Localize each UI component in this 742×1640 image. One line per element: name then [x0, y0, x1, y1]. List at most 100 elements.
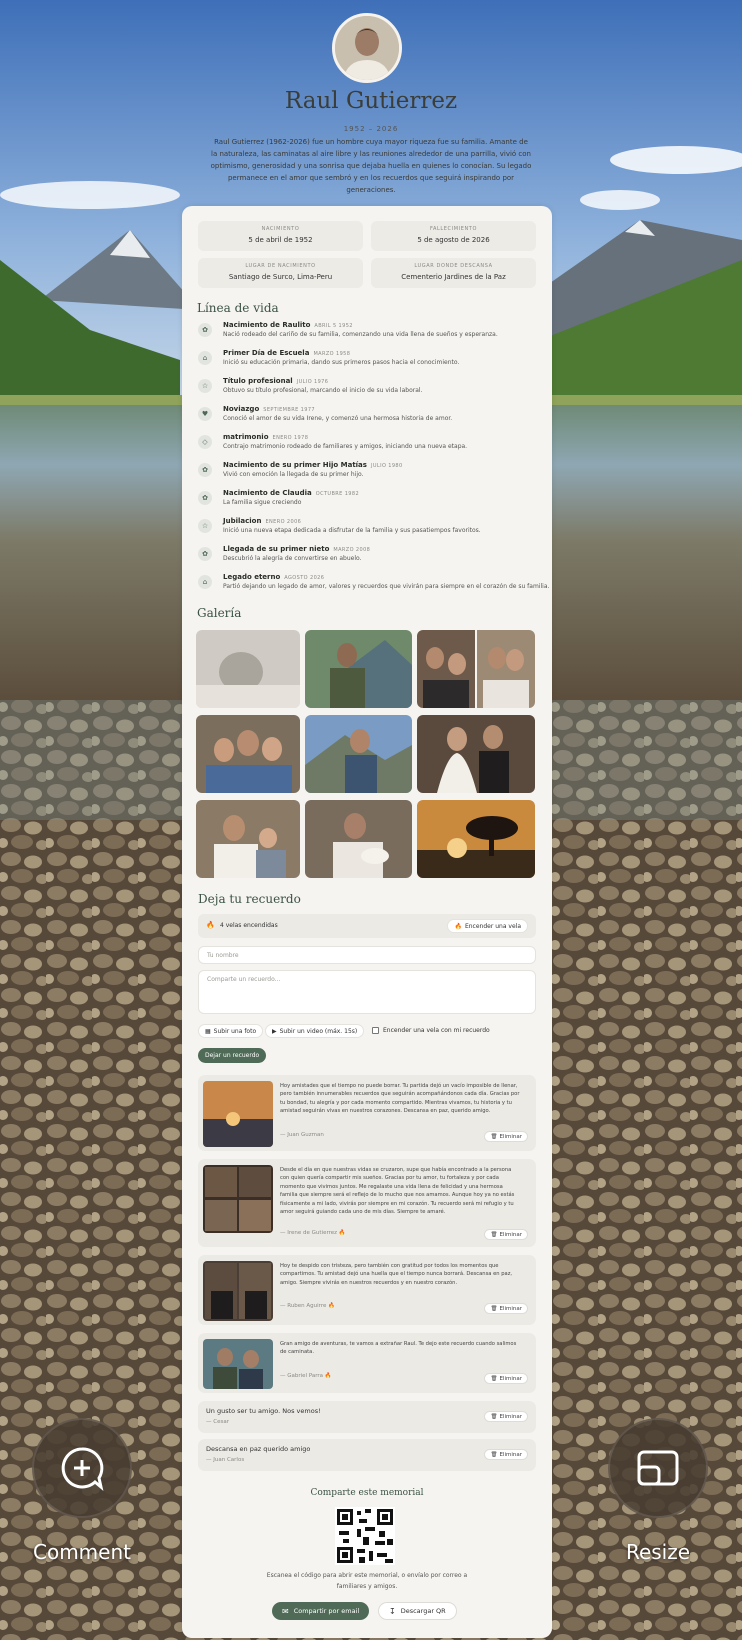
delete-button[interactable]: 🗑 Eliminar [484, 1449, 528, 1460]
timeline-item-date: MARZO 2008 [333, 547, 371, 553]
memories-title: Deja tu recuerdo [198, 892, 301, 906]
timeline-item-desc: Inició su educación primaria, dando sus … [223, 359, 460, 366]
memory-entry: Descansa en paz querido amigo — Juan Car… [198, 1439, 536, 1471]
share-title: Comparte este memorial [310, 1488, 424, 1498]
memory-entry: Desde el día en que nuestras vidas se cr… [198, 1159, 536, 1247]
share-email-button[interactable]: ✉ Compartir por email [272, 1602, 370, 1620]
timeline-item-title: Noviazgo SEPTIEMBRE 1977 [223, 405, 315, 413]
timeline-item-date: JULIO 1976 [296, 379, 329, 385]
timeline-item-desc: Contrajo matrimonio rodeado de familiare… [223, 443, 468, 450]
timeline-item-date: SEPTIEMBRE 1977 [263, 407, 315, 413]
delete-button[interactable]: 🗑 Eliminar [484, 1411, 528, 1422]
upload-photo-button[interactable]: ▦ Subir una foto [198, 1024, 264, 1038]
hearts-icon: ♥ [198, 407, 212, 421]
gallery-photo-mountain[interactable] [305, 715, 412, 793]
delete-button[interactable]: 🗑 Eliminar [484, 1373, 528, 1384]
timeline-item: ✿ Nacimiento de su primer Hijo Matías JULI… [198, 461, 538, 487]
delete-button[interactable]: 🗑 Eliminar [484, 1303, 528, 1314]
memory-text: Descansa en paz querido amigo [206, 1445, 311, 1453]
qr-code [335, 1507, 395, 1565]
timeline-item: ✿ Nacimiento de Raulito ABRIL 5 1952 Nació … [198, 321, 538, 347]
trash-icon: 🗑 [490, 1133, 498, 1140]
light-candle-button[interactable]: 🔥 Encender una vela [447, 919, 528, 933]
info-birthplace: LUGAR DE NACIMIENTO Santiago de Surco, L… [198, 258, 363, 288]
timeline-item-desc: La familia sigue creciendo [223, 499, 302, 506]
timeline-item: ✿ Nacimiento de Claudia OCTUBRE 1982 La fam… [198, 489, 538, 515]
timeline-item: ☆ Título profesional JULIO 1976 Obtuvo su t… [198, 377, 538, 403]
timeline-item-desc: Partió dejando un legado de amor, valore… [223, 583, 550, 590]
person-years: 1952 – 2026 [343, 125, 399, 133]
delete-button[interactable]: 🗑 Eliminar [484, 1229, 528, 1240]
gallery-photo-wedding[interactable] [417, 715, 535, 793]
timeline-item-desc: Conoció el amor de su vida Irene, y come… [223, 415, 453, 422]
gallery-photo-baby[interactable] [196, 630, 300, 708]
timeline-item-desc: Vivió con emoción la llegada de su prime… [223, 471, 364, 478]
memory-author: — Juan Carlos [206, 1457, 245, 1463]
memory-photo[interactable] [203, 1081, 273, 1147]
image-icon: ▦ [205, 1027, 211, 1035]
trash-icon: 🗑 [490, 1413, 498, 1420]
memory-text: Gran amigo de aventuras, te vamos a extr… [280, 1341, 517, 1356]
timeline-item-date: ENERO 2006 [265, 519, 302, 525]
memory-entry: Hoy amistades que el tiempo no puede bor… [198, 1075, 536, 1151]
resize-icon [637, 1450, 679, 1486]
trash-icon: 🗑 [490, 1305, 498, 1312]
memory-text: Un gusto ser tu amigo. Nos vemos! [206, 1407, 321, 1415]
flame-icon: 🔥 [206, 921, 215, 929]
timeline-item: ⌂ Primer Día de Escuela MARZO 1958 Inició s… [198, 349, 538, 375]
memory-photo[interactable] [203, 1339, 273, 1389]
delete-button[interactable]: 🗑 Eliminar [484, 1131, 528, 1142]
memory-photo[interactable] [203, 1165, 273, 1233]
candle-bar: 🔥 4 velas encendidas 🔥 Encender una vela [198, 914, 536, 938]
flame-icon: 🔥 [324, 1373, 332, 1379]
timeline-item-desc: Descubrió la alegría de convertirse en a… [223, 555, 362, 562]
video-icon: ▶ [272, 1027, 277, 1035]
gallery-photo-father-child[interactable] [196, 800, 300, 878]
memory-author: — Gabriel Parra 🔥 [280, 1373, 332, 1379]
memory-author: — Ruben Aguirre 🔥 [280, 1303, 335, 1309]
memory-entry: Un gusto ser tu amigo. Nos vemos! — Cesa… [198, 1401, 536, 1433]
timeline-item-desc: Obtuvo su título profesional, marcando e… [223, 387, 423, 394]
gallery-title: Galería [197, 606, 242, 620]
baby-icon: ✿ [198, 547, 212, 561]
timeline-item-title: Título profesional JULIO 1976 [223, 377, 329, 385]
gallery-photo-family[interactable] [196, 715, 300, 793]
person-name: Raul Gutierrez [284, 88, 458, 114]
download-icon: ↧ [389, 1606, 396, 1616]
timeline-item-title: Primer Día de Escuela MARZO 1958 [223, 349, 351, 357]
resize-button[interactable] [608, 1418, 708, 1518]
gallery-photo-sunset-tree[interactable] [417, 800, 535, 878]
flame-icon: 🔥 [338, 1230, 346, 1236]
submit-memory-button[interactable]: Dejar un recuerdo [198, 1048, 267, 1063]
timeline-item: ⌂ Legado eterno AGOSTO 2026 Partió dejando … [198, 573, 549, 599]
memory-author: — Irene de Gutierrez 🔥 [280, 1230, 346, 1236]
resize-label: Resize [625, 1540, 691, 1564]
upload-video-button[interactable]: ▶ Subir un video (máx. 15s) [265, 1024, 365, 1038]
memory-author: — Juan Guzman [280, 1132, 324, 1138]
comment-label: Comment [33, 1540, 131, 1564]
timeline-item-title: Nacimiento de Raulito ABRIL 5 1952 [223, 321, 353, 329]
gallery-photo-couples[interactable] [417, 630, 535, 708]
memory-entry: Hoy te despido con tristeza, pero tambié… [198, 1255, 536, 1325]
timeline-item-desc: Inició una nueva etapa dedicada a disfru… [223, 527, 481, 534]
timeline-title: Línea de vida [197, 301, 279, 315]
timeline-item-title: Llegada de su primer nieto MARZO 2008 [223, 545, 371, 553]
timeline-item-date: OCTUBRE 1982 [315, 491, 360, 497]
timeline-item: ✿ Llegada de su primer nieto MARZO 2008 Des… [198, 545, 538, 571]
timeline-item: ♥ Noviazgo SEPTIEMBRE 1977 Conoció el amor … [198, 405, 538, 431]
timeline-item-date: AGOSTO 2026 [284, 575, 325, 581]
comment-button[interactable] [32, 1418, 132, 1518]
flame-icon: 🔥 [454, 922, 462, 930]
star-icon: ☆ [198, 379, 212, 393]
memory-textarea[interactable]: Comparte un recuerdo... [198, 970, 536, 1014]
name-input[interactable]: Tu nombre [198, 946, 536, 964]
candle-checkbox[interactable] [372, 1027, 379, 1034]
memory-photo[interactable] [203, 1261, 273, 1321]
gallery-photo-grandchild[interactable] [305, 800, 412, 878]
candles-count: 4 velas encendidas [220, 922, 278, 929]
info-resting-place: LUGAR DONDE DESCANSA Cementerio Jardines… [371, 258, 536, 288]
gallery-photo-hiking[interactable] [305, 630, 412, 708]
download-qr-button[interactable]: ↧ Descargar QR [378, 1602, 457, 1620]
timeline-item-date: JULIO 1980 [370, 463, 403, 469]
person-bio: Raul Gutierrez (1962-2026) fue un hombre… [210, 138, 532, 194]
